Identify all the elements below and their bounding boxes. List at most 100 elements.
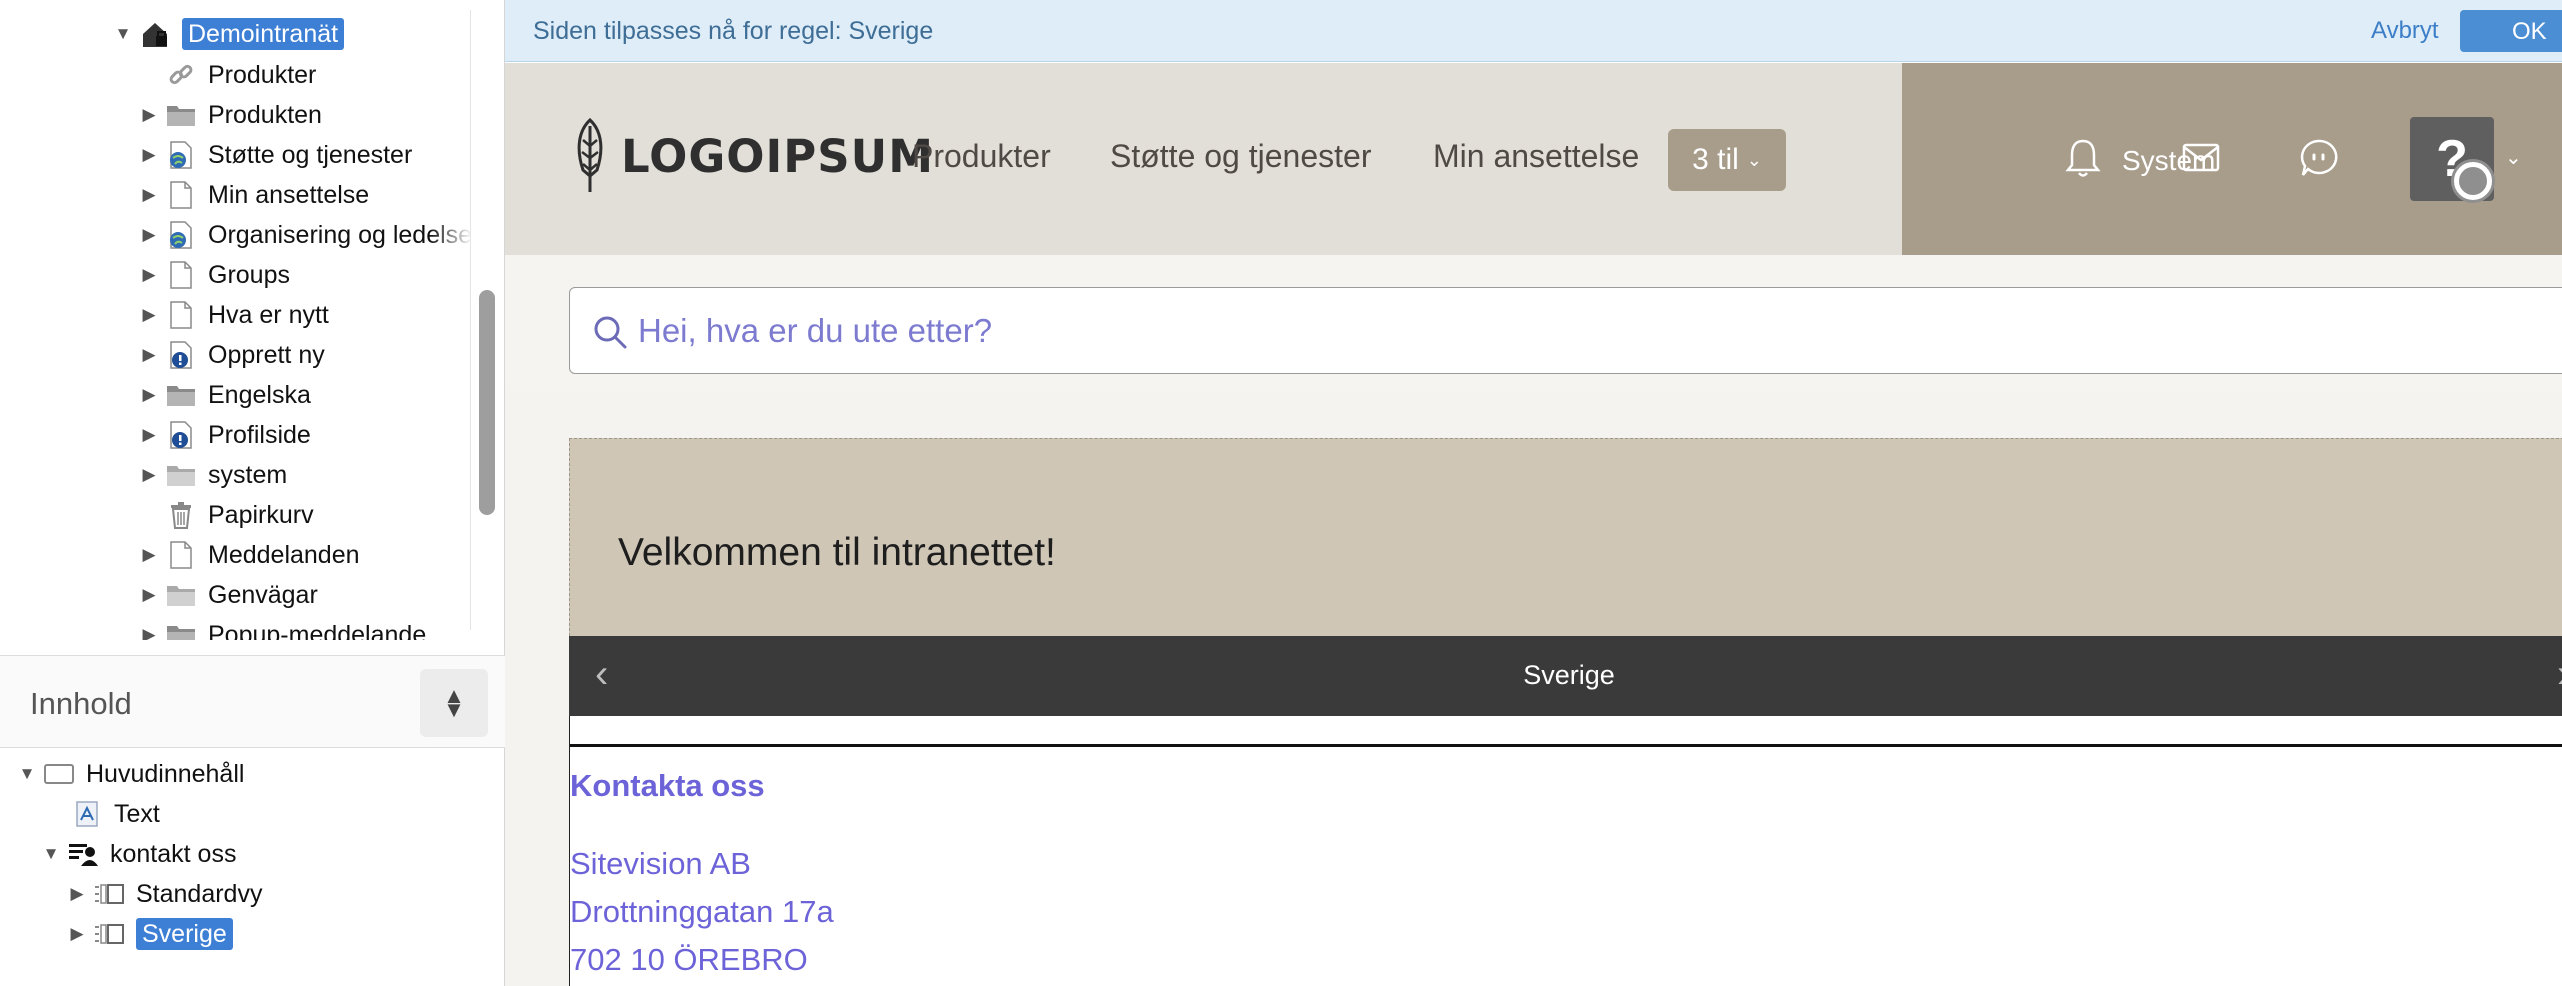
cancel-link[interactable]: Avbryt bbox=[2371, 17, 2439, 45]
bell-icon[interactable] bbox=[2060, 135, 2106, 181]
tree-item-label: Popup-meddelande bbox=[208, 621, 427, 640]
folder-icon bbox=[164, 458, 198, 492]
tree-item-groups[interactable]: ▶ Groups bbox=[138, 257, 290, 293]
collapsed-triangle-icon[interactable]: ▶ bbox=[138, 184, 160, 206]
contact-module: Kontakta oss Sitevision AB Drottninggata… bbox=[569, 716, 2562, 986]
page-icon bbox=[164, 298, 198, 332]
site-header: LOGOIPSUM Produkter Støtte og tjenester … bbox=[505, 63, 1902, 255]
tree-item-demointranat[interactable]: ▼ Demointranät bbox=[112, 16, 345, 52]
tree-item-label: Huvudinnehåll bbox=[86, 760, 245, 788]
tree-item-label: system bbox=[208, 461, 288, 489]
content-tree-item-text[interactable]: Text bbox=[44, 796, 160, 832]
tree-item-label: kontakt oss bbox=[110, 840, 237, 868]
variant-tab-bar: ‹ Sverige › bbox=[569, 636, 2562, 716]
tree-item-label: Engelska bbox=[208, 381, 311, 409]
tree-item-stotte-og-tjenester[interactable]: ▶ Støtte og tjenester bbox=[138, 137, 412, 173]
chevron-down-icon[interactable]: ⌄ bbox=[2505, 145, 2522, 170]
variant-title: Sverige bbox=[1523, 660, 1615, 690]
tree-item-popup-meddelande[interactable]: ▶ Popup-meddelande bbox=[138, 617, 426, 640]
tree-item-min-ansettelse[interactable]: ▶ Min ansettelse bbox=[138, 177, 369, 213]
page-icon bbox=[164, 258, 198, 292]
content-tree-item-kontakt-oss[interactable]: ▼ kontakt oss bbox=[40, 836, 237, 872]
chat-icon[interactable] bbox=[2297, 135, 2343, 181]
page-preview: LOGOIPSUM Produkter Støtte og tjenester … bbox=[505, 63, 2562, 986]
tree-item-system[interactable]: ▶ system bbox=[138, 457, 287, 493]
folder-icon bbox=[164, 618, 198, 640]
sort-toggle-button[interactable]: ▲ ▼ bbox=[420, 669, 488, 737]
address-line[interactable]: Drottninggatan 17a bbox=[570, 894, 834, 930]
content-tree: ▼ Huvudinnehåll Text ▼ kontakt oss ▶ Sta… bbox=[0, 752, 505, 986]
nav-link-stotte-og-tjenester[interactable]: Støtte og tjenester bbox=[1110, 138, 1371, 175]
expanded-triangle-icon[interactable]: ▼ bbox=[112, 23, 134, 45]
collapsed-triangle-icon[interactable]: ▶ bbox=[138, 224, 160, 246]
collapsed-triangle-icon[interactable]: ▶ bbox=[138, 144, 160, 166]
expanded-triangle-icon[interactable]: ▼ bbox=[40, 843, 62, 865]
tree-item-meddelanden[interactable]: ▶ Meddelanden bbox=[138, 537, 360, 573]
expanded-triangle-icon[interactable]: ▼ bbox=[16, 763, 38, 785]
user-name[interactable]: System bbox=[2122, 145, 2215, 177]
more-nav-label: 3 til bbox=[1692, 143, 1739, 176]
tree-item-label: Demointranät bbox=[182, 18, 345, 50]
tree-item-produkten[interactable]: ▶ Produkten bbox=[138, 97, 322, 133]
contact-heading: Kontakta oss bbox=[570, 768, 765, 803]
collapsed-triangle-icon[interactable]: ▶ bbox=[66, 883, 88, 905]
tree-item-produkter-link[interactable]: Produkter bbox=[138, 57, 316, 93]
tree-item-label: Standardvy bbox=[136, 880, 263, 908]
tree-overflow-fade bbox=[430, 0, 470, 640]
search-input[interactable] bbox=[638, 306, 2538, 356]
nav-link-min-ansettelse[interactable]: Min ansettelse bbox=[1433, 138, 1639, 175]
address-line[interactable]: 702 10 ÖREBRO bbox=[570, 942, 808, 978]
collapsed-triangle-icon[interactable]: ▶ bbox=[138, 264, 160, 286]
more-nav-button[interactable]: 3 til ⌄ bbox=[1668, 129, 1786, 191]
view-icon bbox=[92, 917, 126, 951]
folder-icon bbox=[164, 98, 198, 132]
tree-item-engelska[interactable]: ▶ Engelska bbox=[138, 377, 311, 413]
content-tree-item-huvudinnehall[interactable]: ▼ Huvudinnehåll bbox=[16, 756, 245, 792]
tree-item-hva-er-nytt[interactable]: ▶ Hva er nytt bbox=[138, 297, 329, 333]
tree-item-organisering-og-ledelse[interactable]: ▶ Organisering og ledelse bbox=[138, 217, 470, 253]
collapsed-triangle-icon[interactable]: ▶ bbox=[66, 923, 88, 945]
address-line[interactable]: Sitevision AB bbox=[570, 846, 751, 882]
tree-item-label: Hva er nytt bbox=[208, 301, 329, 329]
tree-item-papirkurv[interactable]: Papirkurv bbox=[138, 497, 314, 533]
ok-button[interactable]: OK bbox=[2460, 10, 2562, 52]
collapsed-triangle-icon[interactable]: ▶ bbox=[138, 104, 160, 126]
site-logo[interactable]: LOGOIPSUM bbox=[573, 118, 934, 194]
globe-page-icon bbox=[164, 218, 198, 252]
site-tree-scrollbar[interactable] bbox=[470, 10, 498, 630]
site-tree: ▼ Demointranät Produkter ▶ Produkten ▶ S… bbox=[0, 0, 470, 640]
tree-item-label: Papirkurv bbox=[208, 501, 314, 529]
tree-item-label: Organisering og ledelse bbox=[208, 221, 470, 249]
welcome-banner: Velkommen til intranettet! bbox=[569, 438, 2562, 636]
search-icon bbox=[594, 316, 627, 349]
tree-item-label: Produkter bbox=[208, 61, 317, 89]
tree-item-label: Text bbox=[114, 800, 160, 828]
collapsed-triangle-icon[interactable]: ▶ bbox=[138, 544, 160, 566]
tree-item-opprett-ny[interactable]: ▶ Opprett ny bbox=[138, 337, 324, 373]
view-icon bbox=[92, 877, 126, 911]
collapsed-triangle-icon[interactable]: ▶ bbox=[138, 384, 160, 406]
scrollbar-thumb[interactable] bbox=[479, 290, 495, 515]
collapsed-triangle-icon[interactable]: ▶ bbox=[138, 424, 160, 446]
chevron-right-icon[interactable]: › bbox=[2557, 652, 2562, 697]
tree-item-label: Min ansettelse bbox=[208, 181, 370, 209]
tree-item-label: Profilside bbox=[208, 421, 311, 449]
tree-item-profilside[interactable]: ▶ Profilside bbox=[138, 417, 311, 453]
chevron-down-icon: ⌄ bbox=[1746, 149, 1762, 170]
contact-module-icon bbox=[66, 837, 100, 871]
content-tree-item-standardvy[interactable]: ▶ Standardvy bbox=[66, 876, 262, 912]
page-icon bbox=[164, 538, 198, 572]
content-tree-item-sverige[interactable]: ▶ Sverige bbox=[66, 916, 233, 952]
link-icon bbox=[164, 58, 198, 92]
collapsed-triangle-icon[interactable]: ▶ bbox=[138, 464, 160, 486]
nav-link-produkter[interactable]: Produkter bbox=[912, 138, 1051, 175]
tree-item-genvagar[interactable]: ▶ Genvägar bbox=[138, 577, 317, 613]
tree-item-label: Meddelanden bbox=[208, 541, 360, 569]
collapsed-triangle-icon[interactable]: ▶ bbox=[138, 624, 160, 640]
search-box[interactable] bbox=[569, 287, 2562, 374]
collapsed-triangle-icon[interactable]: ▶ bbox=[138, 584, 160, 606]
collapsed-triangle-icon[interactable]: ▶ bbox=[138, 304, 160, 326]
content-panel-title: Innhold bbox=[30, 686, 132, 721]
folder-icon bbox=[164, 378, 198, 412]
collapsed-triangle-icon[interactable]: ▶ bbox=[138, 344, 160, 366]
